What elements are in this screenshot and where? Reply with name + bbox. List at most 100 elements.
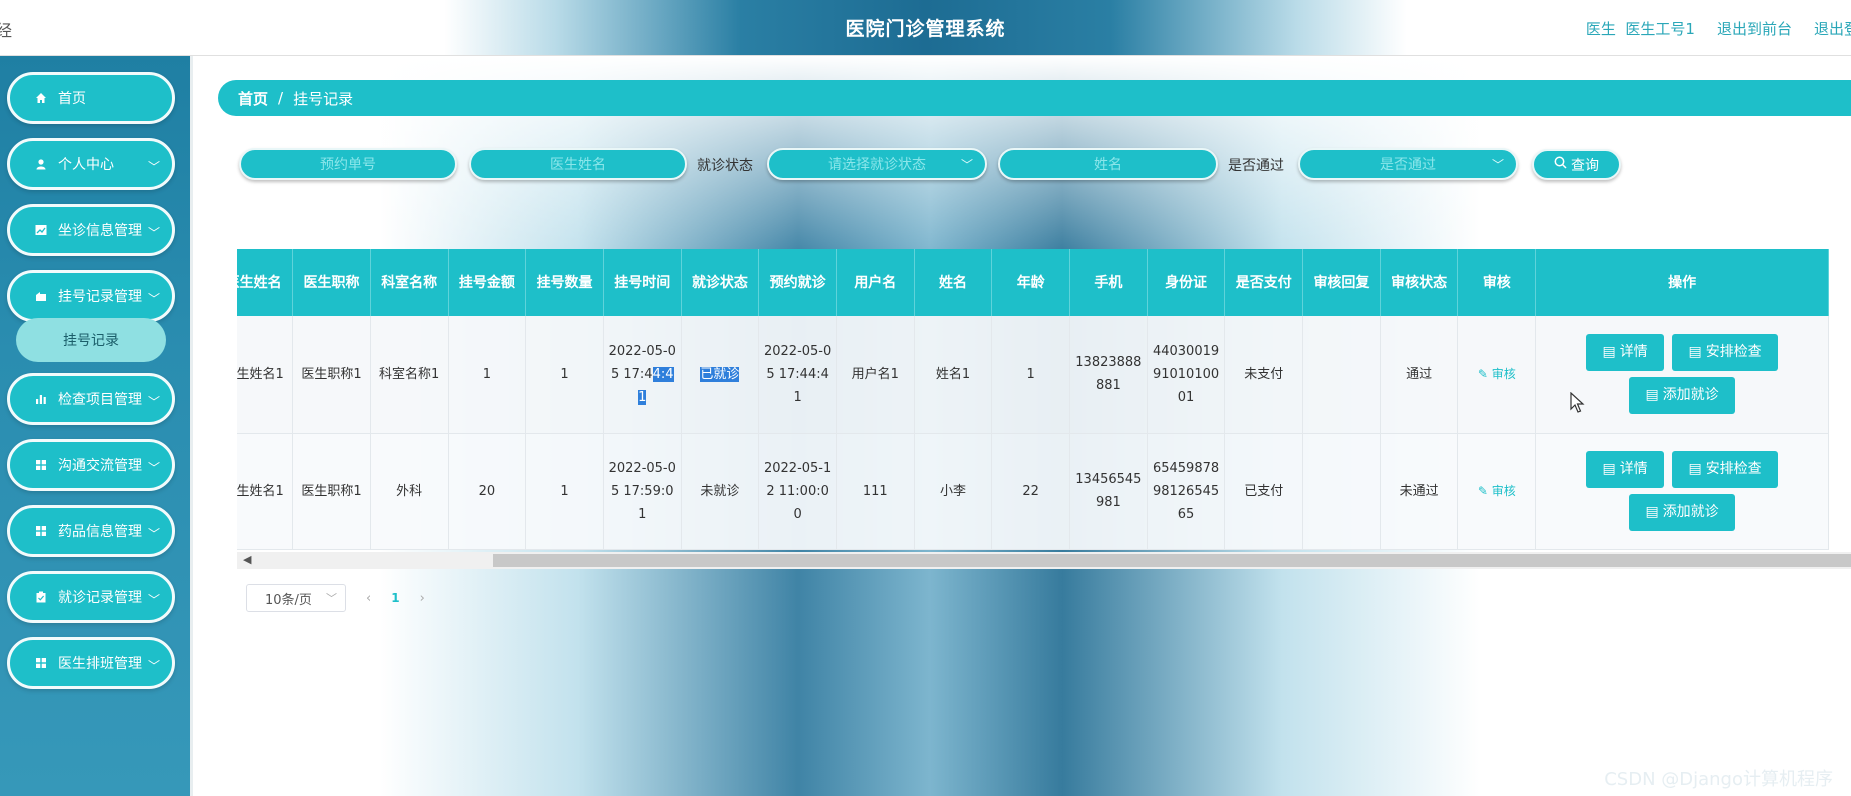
add-visit-button[interactable]: ▤ 添加就诊 — [1629, 377, 1736, 415]
cell-phone: 13823888881 — [1069, 316, 1148, 434]
logout-link[interactable]: 退出登 — [1814, 18, 1851, 39]
table-row: 医生姓名1 医生职称1 科室名称1 1 1 2022-05-05 17:44:4… — [237, 316, 1829, 434]
cell-reg-time: 2022-05-05 17:59:01 — [603, 433, 682, 550]
cell-audit: ✎ 审核 — [1457, 433, 1537, 550]
scrollbar-thumb[interactable] — [493, 554, 1851, 567]
cell-age: 1 — [991, 316, 1071, 434]
arrange-exam-button-label: 安排检查 — [1705, 344, 1762, 361]
arrange-exam-button[interactable]: ▤ 安排检查 — [1672, 334, 1779, 372]
chevron-down-icon: ﹀ — [147, 292, 160, 306]
cell-appointment: 2022-05-12 11:00:00 — [758, 433, 837, 550]
detail-button[interactable]: ▤ 详情 — [1586, 334, 1665, 372]
document-icon: ▤ — [1645, 387, 1659, 404]
cell-visit-status: 已就诊 — [681, 316, 760, 434]
audit-link-label: 审核 — [1491, 483, 1516, 498]
sidebar-item-label: 坐诊信息管理 — [58, 223, 142, 239]
arrange-exam-button[interactable]: ▤ 安排检查 — [1672, 451, 1779, 488]
detail-button-label: 详情 — [1619, 344, 1648, 361]
chevron-down-icon: ﹀ — [147, 593, 160, 607]
audit-link[interactable]: ✎ 审核 — [1478, 367, 1516, 381]
cell-doctor-title: 医生职称1 — [292, 433, 371, 550]
chevron-down-icon: ﹀ — [960, 158, 973, 172]
sidebar-item-communication[interactable]: 沟通交流管理 ﹀ — [7, 439, 175, 491]
breadcrumb: 首页 / 挂号记录 — [218, 80, 1851, 116]
sidebar-item-medicine[interactable]: 药品信息管理 ﹀ — [7, 505, 175, 557]
chevron-down-icon: ﹀ — [326, 592, 337, 605]
arrange-exam-button-label: 安排检查 — [1705, 461, 1762, 477]
cell-name: 小李 — [914, 433, 993, 550]
user-role: 医生 — [1585, 20, 1616, 38]
app-title: 医院门诊管理系统 — [845, 18, 1006, 40]
sidebar-item-visit-record[interactable]: 就诊记录管理 ﹀ — [7, 571, 175, 623]
visit-status-placeholder: 请选择就诊状态 — [828, 157, 926, 173]
chevron-down-icon: ﹀ — [147, 527, 160, 541]
next-page-icon[interactable]: › — [420, 591, 425, 606]
detail-button[interactable]: ▤ 详情 — [1586, 451, 1665, 488]
passed-placeholder: 是否通过 — [1380, 157, 1436, 173]
front-link[interactable]: 退出到前台 — [1717, 18, 1792, 39]
cell-username: 111 — [836, 433, 915, 550]
sidebar: 首页 个人中心 ﹀ 坐诊信息管理 ﹀ 挂号记录管理 ﹀ 挂号记录 检查项目管理 … — [0, 56, 193, 796]
chevron-down-icon: ﹀ — [147, 395, 160, 409]
horizontal-scrollbar[interactable]: ◀ — [237, 552, 1851, 569]
query-button[interactable]: 查询 — [1532, 149, 1621, 180]
table-row: 医生姓名1 医生职称1 外科 20 1 2022-05-05 17:59:01 … — [237, 433, 1829, 550]
top-header: 经 医院门诊管理系统 医生 医生工号1 退出到前台 退出登 — [0, 0, 1851, 56]
col-header: 医生姓名 — [237, 249, 294, 316]
booking-no-input[interactable]: 预约单号 — [239, 148, 457, 180]
cell-audit: ✎ 审核 — [1457, 316, 1537, 434]
document-icon: ▤ — [1645, 504, 1659, 520]
prev-page-icon[interactable]: ‹ — [366, 591, 371, 606]
cell-actions: ▤ 详情 ▤ 安排检查 ▤ 添加就诊 — [1535, 433, 1829, 550]
cell-paid: 已支付 — [1224, 433, 1304, 550]
user-icon — [34, 157, 48, 171]
name-input[interactable]: 姓名 — [998, 148, 1218, 180]
scroll-left-icon[interactable]: ◀ — [243, 553, 251, 566]
cell-phone: 13456545981 — [1069, 433, 1148, 550]
sidebar-item-label: 个人中心 — [58, 157, 114, 173]
cell-visit-status: 未就诊 — [681, 433, 760, 550]
page-size-select[interactable]: 10条/页 ﹀ — [246, 584, 346, 612]
col-header: 姓名 — [914, 249, 993, 316]
doctor-name-input[interactable]: 医生姓名 — [469, 148, 687, 180]
cell-reply — [1302, 433, 1381, 550]
add-visit-button[interactable]: ▤ 添加就诊 — [1629, 494, 1736, 531]
col-header: 科室名称 — [370, 249, 449, 316]
sidebar-item-exam[interactable]: 检查项目管理 ﹀ — [7, 373, 175, 425]
page-number[interactable]: 1 — [391, 591, 399, 605]
submenu-item-registration-record[interactable]: 挂号记录 — [16, 318, 166, 362]
cell-audit-status: 通过 — [1380, 316, 1459, 434]
audit-link[interactable]: ✎ 审核 — [1478, 484, 1516, 498]
visit-status-label: 就诊状态 — [697, 158, 753, 174]
cell-doctor-name: 医生姓名1 — [237, 433, 294, 550]
cell-dept: 科室名称1 — [370, 316, 449, 434]
edit-icon: ✎ — [1477, 483, 1492, 498]
sidebar-item-label: 挂号记录管理 — [58, 289, 142, 305]
col-header: 就诊状态 — [681, 249, 760, 316]
watermark: CSDN @Django计算机程序 — [1604, 769, 1833, 790]
page-size-value: 10条/页 — [265, 592, 312, 608]
sidebar-item-schedule[interactable]: 医生排班管理 ﹀ — [7, 637, 175, 689]
query-label: 查询 — [1571, 157, 1599, 174]
sidebar-item-registration[interactable]: 挂号记录管理 ﹀ — [7, 270, 175, 322]
add-visit-button-label: 添加就诊 — [1662, 504, 1719, 520]
document-icon: ▤ — [1602, 344, 1616, 361]
col-header: 挂号时间 — [603, 249, 682, 316]
detail-button-label: 详情 — [1619, 461, 1648, 477]
sidebar-item-consult-info[interactable]: 坐诊信息管理 ﹀ — [7, 204, 175, 256]
visit-status-select[interactable]: 请选择就诊状态 ﹀ — [767, 148, 987, 180]
sidebar-item-home[interactable]: 首页 — [7, 72, 175, 124]
breadcrumb-current: 挂号记录 — [293, 89, 354, 108]
cell-age: 22 — [991, 433, 1071, 550]
col-header: 年龄 — [991, 249, 1071, 316]
mouse-cursor-icon — [1570, 391, 1586, 418]
sidebar-item-personal-center[interactable]: 个人中心 ﹀ — [7, 138, 175, 190]
cell-amount: 20 — [448, 433, 527, 550]
cell-name: 姓名1 — [914, 316, 993, 434]
passed-select[interactable]: 是否通过 ﹀ — [1298, 148, 1518, 180]
col-header: 审核回复 — [1302, 249, 1381, 316]
chevron-down-icon: ﹀ — [147, 659, 160, 673]
breadcrumb-home[interactable]: 首页 — [238, 88, 268, 109]
cell-dept: 外科 — [370, 433, 449, 550]
grid-icon — [34, 656, 48, 670]
